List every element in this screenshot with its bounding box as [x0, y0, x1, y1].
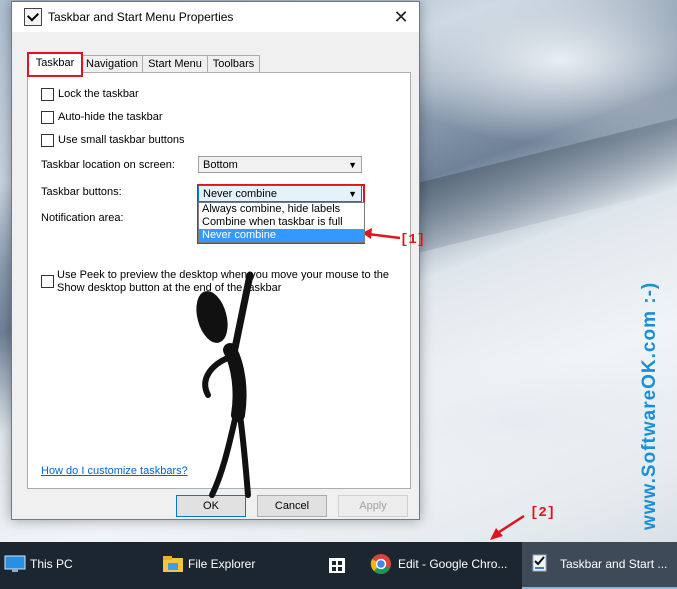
callout-2-arrow: [490, 514, 525, 540]
location-select[interactable]: Bottom ▼: [198, 156, 362, 173]
title-bar[interactable]: Taskbar and Start Menu Properties ✕: [12, 2, 419, 32]
option-combine-when-full[interactable]: Combine when taskbar is full: [199, 216, 364, 229]
small-buttons-checkbox[interactable]: [41, 133, 54, 147]
lock-taskbar-checkbox[interactable]: [41, 87, 54, 101]
figure-left-leg: [209, 412, 239, 498]
taskbar-buttons-value: Never combine: [203, 188, 277, 200]
stick-figure-illustration: [196, 271, 254, 498]
callout-2-label: [2]: [530, 505, 556, 521]
window-title: Taskbar and Start Menu Properties: [48, 10, 234, 24]
taskbar-buttons-options: Always combine, hide labels Combine when…: [198, 202, 365, 243]
help-link[interactable]: How do I customize taskbars?: [41, 465, 188, 477]
figure-lower-arm: [202, 354, 233, 398]
taskbar-item-file-explorer[interactable]: File Explorer: [158, 542, 308, 589]
taskbar-item-chrome[interactable]: Edit - Google Chro...: [366, 542, 514, 589]
folder-icon: [163, 556, 183, 572]
computer-icon: [4, 555, 26, 572]
notification-area-label: Notification area:: [41, 212, 124, 224]
peek-checkbox[interactable]: [41, 275, 54, 288]
chevron-down-icon: ▼: [348, 189, 357, 199]
location-label: Taskbar location on screen:: [41, 159, 175, 171]
location-value: Bottom: [203, 159, 238, 171]
watermark-text: www.SoftwareOK.com :-): [639, 281, 660, 530]
apply-button[interactable]: Apply: [338, 495, 408, 517]
autohide-row[interactable]: Auto-hide the taskbar: [41, 110, 163, 126]
lock-taskbar-label: Lock the taskbar: [58, 88, 139, 100]
taskbar-item-this-pc[interactable]: This PC: [0, 542, 150, 589]
small-buttons-label: Use small taskbar buttons: [58, 134, 185, 146]
figure-body: [223, 343, 247, 422]
taskbar-item-label: Edit - Google Chro...: [398, 557, 508, 571]
store-icon: [329, 558, 345, 573]
tab-navigation[interactable]: Navigation: [81, 55, 143, 73]
figure-right-leg: [237, 412, 251, 498]
taskbar-buttons-select[interactable]: Never combine ▼: [198, 185, 362, 202]
close-button[interactable]: ✕: [389, 6, 413, 28]
autohide-label: Auto-hide the taskbar: [58, 111, 163, 123]
taskbar-item-label: This PC: [30, 557, 73, 571]
tab-toolbars[interactable]: Toolbars: [207, 55, 260, 73]
taskbar-item-label: Taskbar and Start ...: [560, 557, 668, 571]
chevron-down-icon: ▼: [348, 160, 357, 170]
settings-window-icon: [532, 554, 547, 572]
checkbox-window-icon: [24, 8, 42, 26]
small-buttons-row[interactable]: Use small taskbar buttons: [41, 133, 185, 149]
tab-start-menu[interactable]: Start Menu: [142, 55, 208, 73]
windows-taskbar: This PC File Explorer Edit - Google Chro…: [0, 542, 677, 589]
lock-taskbar-row[interactable]: Lock the taskbar: [41, 87, 139, 103]
option-always-combine[interactable]: Always combine, hide labels: [199, 203, 364, 216]
autohide-checkbox[interactable]: [41, 110, 54, 124]
figure-raised-arm: [230, 271, 254, 357]
taskbar-item-store[interactable]: [318, 542, 358, 589]
tab-taskbar[interactable]: Taskbar: [27, 52, 83, 77]
callout-1-arrow: [362, 228, 401, 240]
option-never-combine[interactable]: Never combine: [199, 229, 364, 242]
taskbar-item-label: File Explorer: [188, 557, 256, 571]
taskbar-item-properties-window[interactable]: Taskbar and Start ...: [522, 542, 677, 589]
taskbar-buttons-label: Taskbar buttons:: [41, 186, 122, 198]
chrome-icon: [370, 554, 391, 574]
figure-head: [196, 291, 228, 343]
callout-1-label: [1]: [400, 232, 426, 248]
